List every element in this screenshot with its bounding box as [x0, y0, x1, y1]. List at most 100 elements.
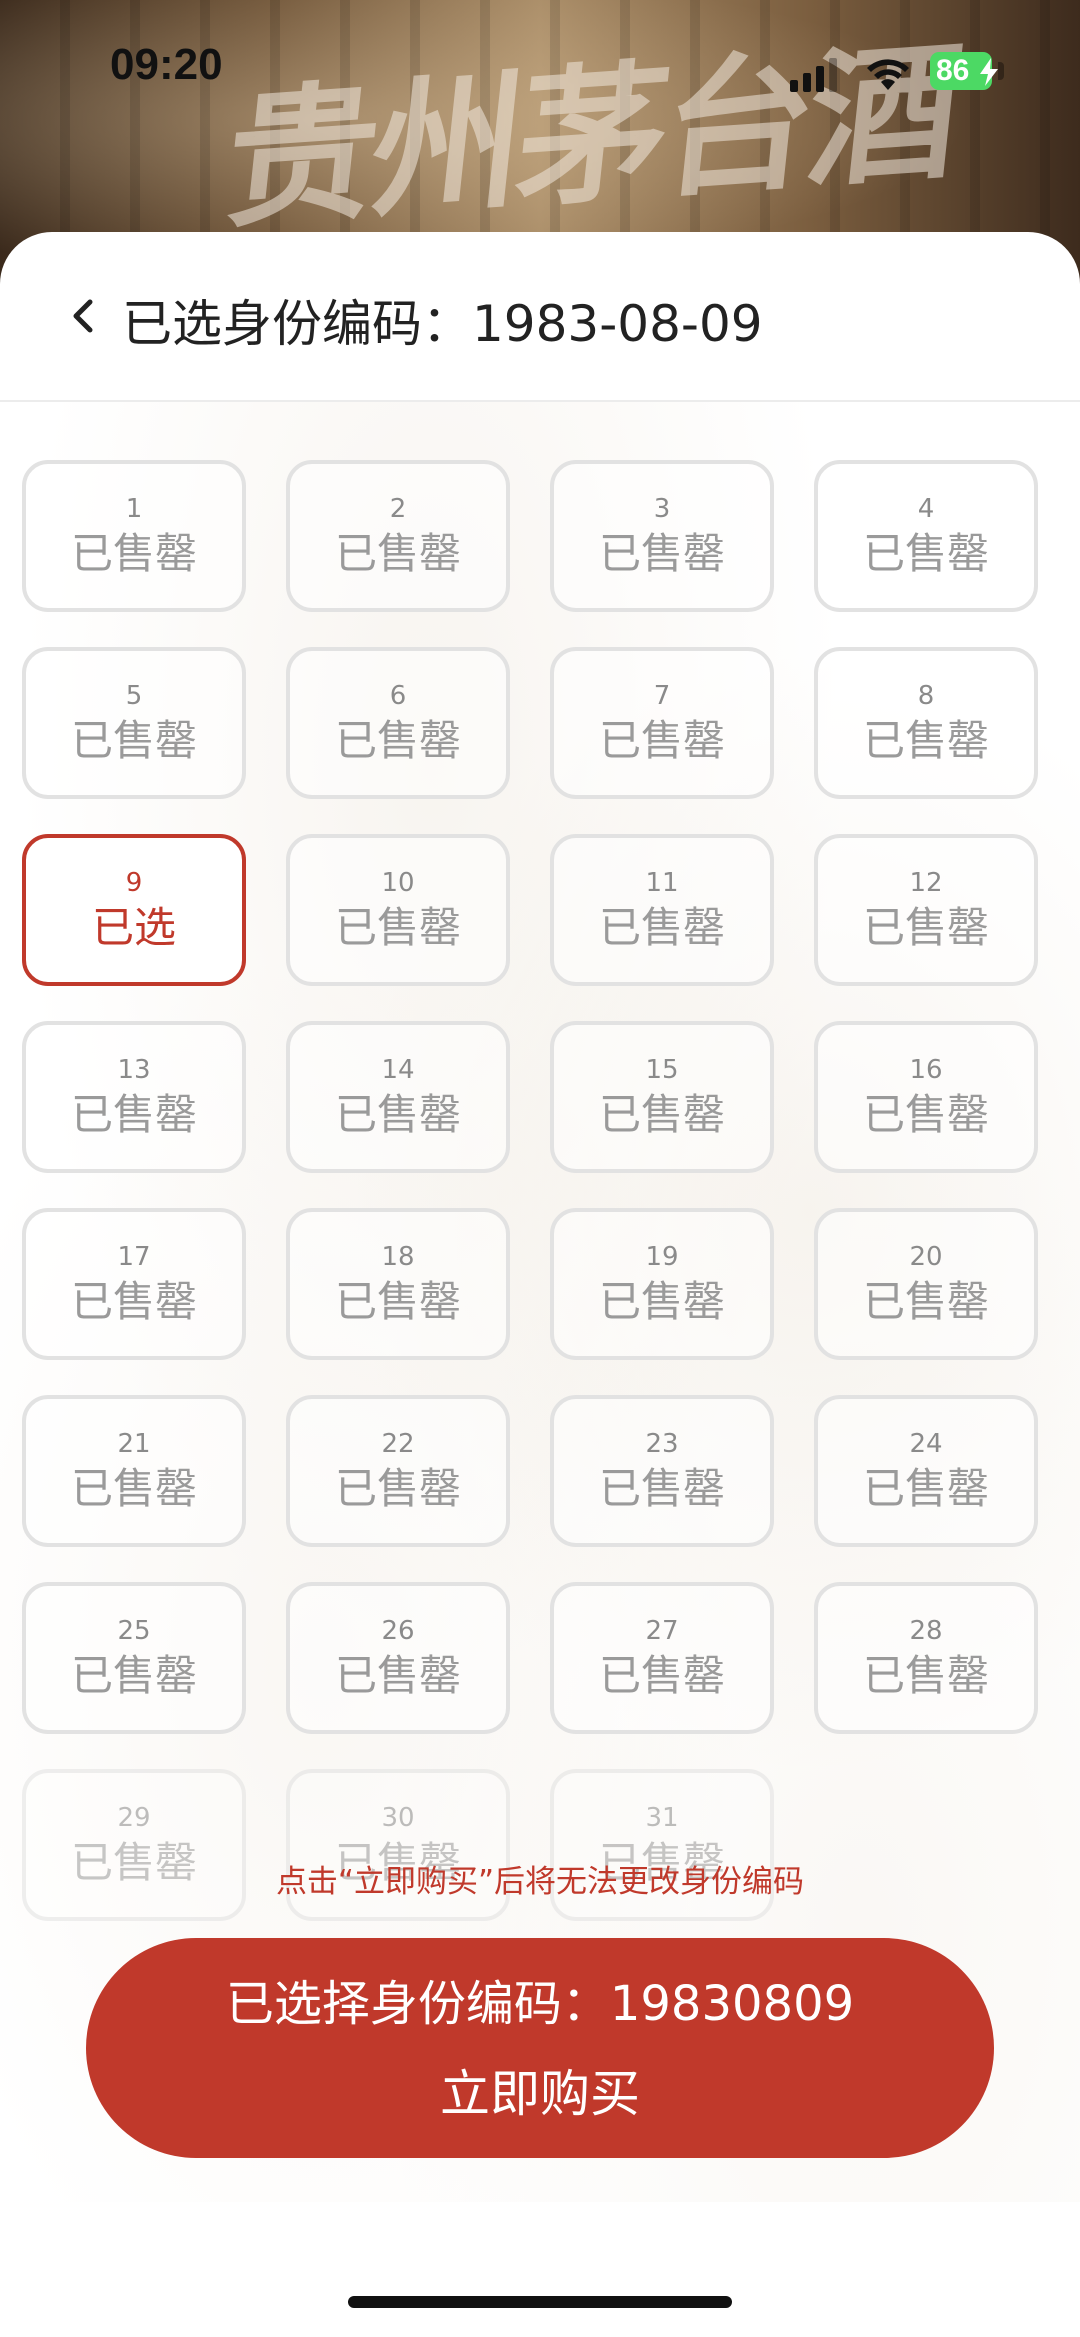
battery-cap: [998, 62, 1004, 80]
slot-cell[interactable]: 2 已售罄: [286, 460, 510, 612]
purchase-notice: 点击“立即购买”后将无法更改身份编码: [275, 1864, 805, 1900]
status-bar: 09:20 86: [0, 0, 1080, 140]
slot-cell[interactable]: 28 已售罄: [814, 1582, 1038, 1734]
slot-number: 1: [125, 494, 143, 524]
slot-number: 24: [909, 1429, 943, 1459]
buy-button-selected-code: 已选择身份编码：19830809: [225, 1976, 855, 2032]
slot-cell[interactable]: 18 已售罄: [286, 1208, 510, 1360]
slot-number: 5: [125, 681, 143, 711]
slot-status: 已售罄: [70, 1277, 197, 1326]
slot-status: 已售罄: [598, 716, 725, 765]
slot-number: 19: [645, 1242, 679, 1272]
page-title: 已选身份编码：1983-08-09: [122, 295, 763, 353]
slot-number: 4: [917, 494, 935, 524]
slot-status: 已选: [91, 903, 176, 952]
slot-number: 29: [117, 1803, 151, 1833]
slot-number: 26: [381, 1616, 415, 1646]
slot-number: 13: [117, 1055, 151, 1085]
slot-number: 17: [117, 1242, 151, 1272]
slot-cell[interactable]: 7 已售罄: [550, 647, 774, 799]
slot-status: 已售罄: [598, 903, 725, 952]
slot-status: 已售罄: [598, 1651, 725, 1700]
slot-status: 已售罄: [334, 716, 461, 765]
slot-cell[interactable]: 8 已售罄: [814, 647, 1038, 799]
sheet-header: 已选身份编码：1983-08-09: [0, 232, 1080, 402]
slot-cell[interactable]: 27 已售罄: [550, 1582, 774, 1734]
slot-status: 已售罄: [334, 1651, 461, 1700]
slot-number: 6: [389, 681, 407, 711]
slot-number: 16: [909, 1055, 943, 1085]
slot-status: 已售罄: [862, 1651, 989, 1700]
slot-status: 已售罄: [334, 903, 461, 952]
slot-number: 22: [381, 1429, 415, 1459]
slot-cell[interactable]: 26 已售罄: [286, 1582, 510, 1734]
slot-status: 已售罄: [334, 1090, 461, 1139]
slot-number: 31: [645, 1803, 679, 1833]
slot-cell[interactable]: 22 已售罄: [286, 1395, 510, 1547]
home-indicator: [348, 2296, 732, 2308]
slot-cell[interactable]: 6 已售罄: [286, 647, 510, 799]
slot-number: 23: [645, 1429, 679, 1459]
slot-status: 已售罄: [598, 1464, 725, 1513]
slot-cell[interactable]: 10 已售罄: [286, 834, 510, 986]
slot-cell[interactable]: 12 已售罄: [814, 834, 1038, 986]
slot-cell[interactable]: 15 已售罄: [550, 1021, 774, 1173]
slot-cell[interactable]: 9 已选: [22, 834, 246, 986]
slot-status: 已售罄: [862, 903, 989, 952]
slot-number: 11: [645, 868, 679, 898]
slot-number: 7: [653, 681, 671, 711]
wifi-icon: [867, 59, 909, 90]
slot-number: 3: [653, 494, 671, 524]
back-chevron-icon[interactable]: [64, 294, 104, 338]
slot-status: 已售罄: [862, 716, 989, 765]
slot-cell[interactable]: 25 已售罄: [22, 1582, 246, 1734]
slot-number: 21: [117, 1429, 151, 1459]
slot-status: 已售罄: [334, 529, 461, 578]
slot-number: 10: [381, 868, 415, 898]
cellular-signal-icon: [790, 58, 837, 92]
slot-number: 8: [917, 681, 935, 711]
slot-number: 30: [381, 1803, 415, 1833]
slot-cell[interactable]: 16 已售罄: [814, 1021, 1038, 1173]
slot-status: 已售罄: [862, 529, 989, 578]
slot-cell[interactable]: 17 已售罄: [22, 1208, 246, 1360]
slot-number: 25: [117, 1616, 151, 1646]
slot-cell[interactable]: 3 已售罄: [550, 460, 774, 612]
selection-sheet: 已选身份编码：1983-08-09 1 已售罄 2 已售罄 3 已售罄 4 已售罄 5 已售罄 6 已…: [0, 232, 1080, 2337]
slot-number: 14: [381, 1055, 415, 1085]
slot-status: 已售罄: [70, 1651, 197, 1700]
slot-cell[interactable]: 11 已售罄: [550, 834, 774, 986]
buy-now-button[interactable]: 已选择身份编码：19830809 立即购买: [86, 1938, 994, 2158]
slot-cell[interactable]: 19 已售罄: [550, 1208, 774, 1360]
slot-cell[interactable]: 20 已售罄: [814, 1208, 1038, 1360]
charging-bolt-icon: [980, 58, 998, 86]
slot-status: 已售罄: [862, 1277, 989, 1326]
slot-cell[interactable]: 4 已售罄: [814, 460, 1038, 612]
slot-number: 28: [909, 1616, 943, 1646]
slot-number: 12: [909, 868, 943, 898]
slot-cell[interactable]: 24 已售罄: [814, 1395, 1038, 1547]
status-time: 09:20: [110, 40, 223, 89]
slot-cell[interactable]: 21 已售罄: [22, 1395, 246, 1547]
slot-cell[interactable]: 5 已售罄: [22, 647, 246, 799]
slot-number: 20: [909, 1242, 943, 1272]
buy-button-label: 立即购买: [440, 2065, 640, 2123]
slot-status: 已售罄: [70, 716, 197, 765]
slot-status: 已售罄: [598, 529, 725, 578]
slot-status: 已售罄: [598, 1277, 725, 1326]
slot-status: 已售罄: [862, 1090, 989, 1139]
slot-number: 15: [645, 1055, 679, 1085]
slot-status: 已售罄: [70, 1090, 197, 1139]
slot-status: 已售罄: [862, 1464, 989, 1513]
slot-status: 已售罄: [334, 1464, 461, 1513]
slot-number: 2: [389, 494, 407, 524]
slot-cell[interactable]: 1 已售罄: [22, 460, 246, 612]
slot-number: 9: [125, 868, 143, 898]
slot-status: 已售罄: [70, 1464, 197, 1513]
slot-number: 27: [645, 1616, 679, 1646]
slot-cell[interactable]: 23 已售罄: [550, 1395, 774, 1547]
slot-status: 已售罄: [334, 1277, 461, 1326]
slot-cell[interactable]: 14 已售罄: [286, 1021, 510, 1173]
slot-number: 18: [381, 1242, 415, 1272]
slot-cell[interactable]: 13 已售罄: [22, 1021, 246, 1173]
